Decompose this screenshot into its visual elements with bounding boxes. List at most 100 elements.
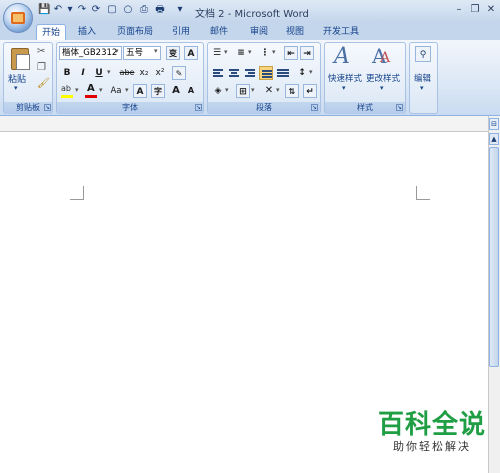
paragraph-launcher-icon[interactable]: ↘ bbox=[311, 104, 318, 111]
align-right-icon[interactable] bbox=[243, 66, 257, 80]
font-launcher-icon[interactable]: ↘ bbox=[195, 104, 202, 111]
crop-mark-top-right bbox=[416, 186, 430, 200]
undo-icon[interactable]: ↶ bbox=[52, 4, 64, 16]
tab-view[interactable]: 视图 bbox=[280, 24, 310, 40]
justify-icon[interactable] bbox=[259, 66, 273, 80]
font-name-value: 楷体_GB2312 bbox=[62, 48, 118, 58]
styles-launcher-icon[interactable]: ↘ bbox=[396, 104, 403, 111]
multilevel-dropdown-icon[interactable]: ▾ bbox=[272, 48, 276, 56]
sort-icon[interactable]: ⇅ bbox=[285, 84, 299, 98]
font-color-swatch bbox=[85, 95, 97, 98]
save-icon[interactable]: 💾 bbox=[38, 4, 50, 16]
font-size-value: 五号 bbox=[126, 48, 144, 58]
character-shading-icon[interactable]: A bbox=[133, 84, 147, 98]
tab-developer[interactable]: 开发工具 bbox=[316, 24, 366, 40]
bullets-dropdown-icon[interactable]: ▾ bbox=[224, 48, 228, 56]
new-document-icon[interactable]: ▢ bbox=[106, 4, 118, 16]
scroll-up-icon[interactable]: ▲ bbox=[489, 133, 499, 145]
grow-font-button[interactable]: A bbox=[169, 84, 183, 98]
window-title: 文档 2 - Microsoft Word bbox=[195, 9, 309, 20]
customize-qat-icon[interactable]: ▾ bbox=[174, 4, 186, 16]
ruler-strip bbox=[0, 116, 488, 132]
font-name-combo[interactable]: 楷体_GB2312 bbox=[59, 46, 122, 60]
tab-page-layout[interactable]: 页面布局 bbox=[112, 24, 158, 40]
scrollbar-thumb[interactable] bbox=[489, 147, 499, 367]
highlighter-icon: ab bbox=[61, 84, 71, 93]
distributed-icon[interactable] bbox=[276, 66, 290, 80]
clipboard-launcher-icon[interactable]: ↘ bbox=[44, 104, 51, 111]
font-color-dropdown-icon[interactable]: ▾ bbox=[99, 86, 103, 94]
watermark: 百科全说 助你轻松解决 bbox=[376, 410, 488, 454]
chinese-layout-dropdown-icon[interactable]: ▾ bbox=[276, 86, 280, 94]
show-hide-marks-icon[interactable]: ↵ bbox=[303, 84, 317, 98]
font-color-button[interactable]: A bbox=[84, 83, 98, 98]
change-styles-label[interactable]: 更改样式 bbox=[366, 72, 400, 84]
shading-icon[interactable]: ◈ bbox=[211, 84, 225, 98]
superscript-button[interactable]: x² bbox=[153, 66, 167, 80]
shrink-font-button[interactable]: A bbox=[184, 84, 198, 98]
quick-styles-dropdown-icon[interactable]: ▾ bbox=[342, 84, 346, 92]
multilevel-list-icon[interactable]: ⋮ bbox=[258, 46, 272, 60]
enclose-characters-icon[interactable]: 字 bbox=[151, 84, 165, 98]
highlight-color-button[interactable]: ab bbox=[60, 84, 74, 98]
office-button[interactable] bbox=[3, 3, 33, 33]
quick-styles-label[interactable]: 快速样式 bbox=[328, 72, 362, 84]
format-painter-icon[interactable]: 🖌 bbox=[37, 78, 50, 89]
font-size-dropdown-icon[interactable]: ▾ bbox=[154, 47, 158, 55]
character-border-icon[interactable]: A bbox=[184, 46, 198, 60]
repeat-icon[interactable]: ⟳ bbox=[90, 4, 102, 16]
line-spacing-icon[interactable]: ↕ bbox=[295, 66, 309, 80]
borders-icon[interactable]: ⊞ bbox=[236, 84, 250, 98]
highlight-dropdown-icon[interactable]: ▾ bbox=[75, 86, 79, 94]
tab-home[interactable]: 开始 bbox=[36, 24, 66, 40]
font-group-label: 字体 bbox=[57, 102, 203, 114]
redo-icon[interactable]: ↷ bbox=[76, 4, 88, 16]
tab-insert[interactable]: 插入 bbox=[72, 24, 102, 40]
shading-dropdown-icon[interactable]: ▾ bbox=[225, 86, 229, 94]
subscript-button[interactable]: x₂ bbox=[137, 66, 151, 80]
borders-dropdown-icon[interactable]: ▾ bbox=[251, 86, 255, 94]
ruler-toggle-icon[interactable]: ⊟ bbox=[489, 118, 499, 130]
print-icon[interactable]: 🖶 bbox=[154, 4, 166, 16]
change-styles-dropdown-icon[interactable]: ▾ bbox=[380, 84, 384, 92]
minimize-button[interactable]: – bbox=[452, 4, 466, 16]
highlight-swatch bbox=[61, 95, 73, 98]
close-button[interactable]: ✕ bbox=[484, 4, 498, 16]
tab-references[interactable]: 引用 bbox=[166, 24, 196, 40]
font-name-dropdown-icon[interactable]: ▾ bbox=[115, 47, 119, 55]
editing-dropdown-icon[interactable]: ▾ bbox=[420, 84, 424, 92]
restore-button[interactable]: ❐ bbox=[468, 4, 482, 16]
strikethrough-button[interactable]: abe bbox=[118, 66, 136, 80]
find-binoculars-icon[interactable]: ⚲ bbox=[415, 46, 431, 62]
cut-icon[interactable]: ✂ bbox=[37, 46, 45, 57]
underline-dropdown-icon[interactable]: ▾ bbox=[107, 68, 111, 76]
italic-button[interactable]: I bbox=[76, 66, 90, 80]
clear-formatting-icon[interactable]: ✎ bbox=[172, 66, 186, 80]
underline-button[interactable]: U bbox=[92, 66, 106, 80]
watermark-subtitle: 助你轻松解决 bbox=[393, 440, 471, 453]
print-preview-icon[interactable]: ⎙ bbox=[138, 4, 150, 16]
change-case-dropdown-icon[interactable]: ▾ bbox=[125, 86, 129, 94]
numbering-icon[interactable]: ≡ bbox=[234, 46, 248, 60]
quick-styles-icon[interactable]: A bbox=[334, 44, 350, 69]
tab-mailings[interactable]: 邮件 bbox=[204, 24, 234, 40]
tab-review[interactable]: 审阅 bbox=[244, 24, 274, 40]
increase-indent-icon[interactable]: ⇥ bbox=[300, 46, 314, 60]
numbering-dropdown-icon[interactable]: ▾ bbox=[248, 48, 252, 56]
change-case-button[interactable]: Aa bbox=[107, 84, 125, 98]
line-spacing-dropdown-icon[interactable]: ▾ bbox=[309, 68, 313, 76]
watermark-title: 百科全说 bbox=[377, 410, 486, 440]
paste-icon[interactable] bbox=[9, 46, 30, 70]
copy-icon[interactable]: ❐ bbox=[37, 62, 46, 73]
align-left-icon[interactable] bbox=[211, 66, 225, 80]
paste-dropdown-icon[interactable]: ▾ bbox=[14, 84, 18, 92]
align-center-icon[interactable] bbox=[227, 66, 241, 80]
open-icon[interactable]: ○ bbox=[122, 4, 134, 16]
phonetic-guide-icon[interactable]: 变 bbox=[166, 46, 180, 60]
bold-button[interactable]: B bbox=[60, 66, 74, 80]
decrease-indent-icon[interactable]: ⇤ bbox=[284, 46, 298, 60]
bullets-icon[interactable]: ☰ bbox=[210, 46, 224, 60]
chinese-layout-icon[interactable]: ✕ bbox=[262, 84, 276, 98]
editing-label[interactable]: 编辑 bbox=[414, 72, 431, 84]
undo-dropdown-icon[interactable]: ▾ bbox=[64, 4, 76, 16]
